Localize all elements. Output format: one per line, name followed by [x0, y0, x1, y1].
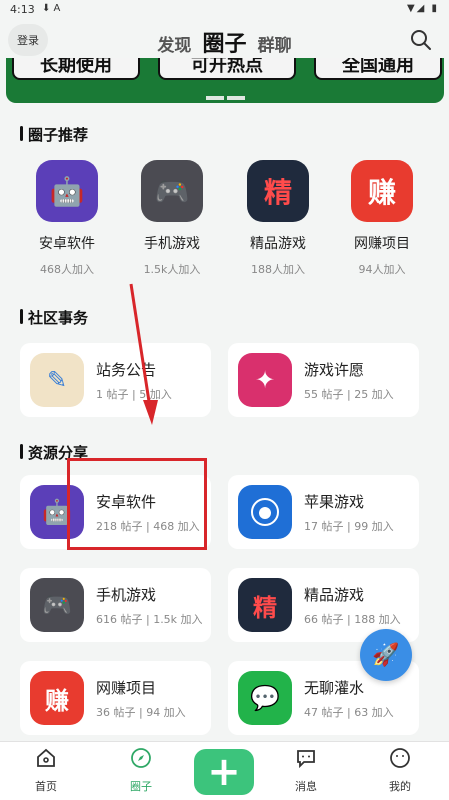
nav-home[interactable]: 首页 — [16, 746, 76, 794]
nav-profile-label: 我的 — [389, 780, 411, 793]
smile-face-icon — [390, 748, 410, 768]
compass-icon — [131, 748, 151, 768]
nav-messages-label: 消息 — [295, 780, 317, 793]
nav-circle[interactable]: 圈子 — [111, 746, 171, 794]
nav-circle-label: 圈子 — [130, 780, 152, 793]
create-post-button[interactable]: + — [194, 749, 254, 795]
annotation-highlight-box — [67, 458, 207, 550]
message-icon — [297, 750, 315, 769]
nav-profile[interactable]: 我的 — [370, 746, 430, 794]
nav-messages[interactable]: 消息 — [276, 746, 336, 794]
nav-home-label: 首页 — [35, 780, 57, 793]
annotation-arrow — [129, 283, 158, 425]
home-icon — [37, 748, 55, 767]
